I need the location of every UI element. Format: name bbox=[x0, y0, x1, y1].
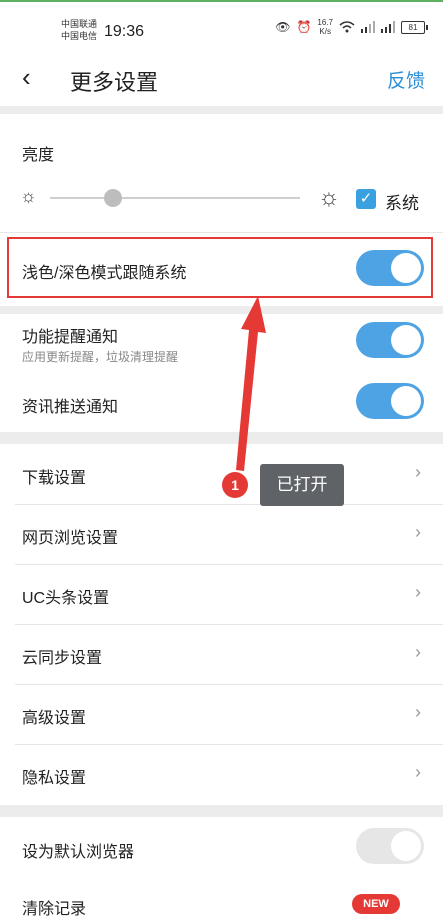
alarm-icon: ⏰ bbox=[296, 20, 312, 34]
feature-reminder-toggle[interactable] bbox=[356, 322, 424, 358]
back-icon[interactable]: ‹ bbox=[22, 62, 31, 93]
section-divider bbox=[0, 306, 443, 314]
speed-value: 16.7 bbox=[317, 18, 333, 27]
chevron-right-icon: › bbox=[415, 762, 421, 782]
network-speed: 16.7 K/s bbox=[317, 18, 333, 36]
status-bar: 中国联通 中国电信 19:36 👁 ⏰ 16.7 K/s 81 bbox=[0, 6, 443, 52]
battery-level: 81 bbox=[408, 22, 418, 32]
battery-icon: 81 bbox=[401, 20, 428, 34]
eye-icon: 👁 bbox=[275, 20, 291, 34]
menu-item-label: 隐私设置 bbox=[22, 770, 87, 787]
menu-item-cloud-sync-settings[interactable]: 云同步设置 › bbox=[0, 625, 443, 685]
chevron-right-icon: › bbox=[415, 702, 421, 722]
menu-item-browsing-settings[interactable]: 网页浏览设置 › bbox=[0, 505, 443, 565]
section-divider bbox=[0, 432, 443, 444]
brightness-slider[interactable] bbox=[50, 197, 300, 199]
chevron-right-icon: › bbox=[415, 642, 421, 662]
toggle-knob bbox=[391, 325, 421, 355]
menu-item-label: 高级设置 bbox=[22, 710, 87, 727]
feature-reminder-sub: 应用更新提醒，垃圾清理提醒 bbox=[22, 350, 179, 364]
brightness-slider-thumb[interactable] bbox=[103, 189, 122, 207]
annotation-tooltip: 已打开 bbox=[260, 464, 344, 506]
carrier-1: 中国联通 bbox=[61, 19, 98, 29]
menu-item-advanced-settings[interactable]: 高级设置 › bbox=[0, 685, 443, 745]
menu-item-label: 下载设置 bbox=[22, 470, 87, 487]
menu-item-label: 云同步设置 bbox=[22, 650, 103, 667]
menu-item-download-settings[interactable]: 下载设置 › bbox=[0, 445, 443, 505]
system-brightness-label: 系统 bbox=[385, 194, 419, 213]
default-browser-label: 设为默认浏览器 bbox=[22, 844, 135, 861]
toggle-knob bbox=[391, 831, 421, 861]
clear-records-label[interactable]: 清除记录 bbox=[22, 895, 86, 919]
feature-reminder-label: 功能提醒通知 bbox=[22, 329, 119, 346]
top-accent-line bbox=[0, 0, 443, 2]
divider bbox=[0, 232, 443, 233]
section-divider bbox=[0, 106, 443, 114]
menu-item-label: UC头条设置 bbox=[22, 590, 110, 607]
system-brightness-checkbox[interactable]: ✓ bbox=[356, 189, 376, 209]
carrier-2: 中国电信 bbox=[61, 31, 98, 41]
signal-icon bbox=[361, 21, 375, 33]
annotation-badge: 1 bbox=[222, 472, 248, 498]
brightness-low-icon: ☼ bbox=[20, 186, 37, 206]
default-browser-toggle[interactable] bbox=[356, 828, 424, 864]
new-badge: NEW bbox=[352, 894, 400, 914]
carrier-info: 中国联通 中国电信 bbox=[61, 18, 97, 42]
page-title: 更多设置 bbox=[70, 70, 159, 95]
toggle-knob bbox=[391, 386, 421, 416]
news-push-toggle[interactable] bbox=[356, 383, 424, 419]
menu-item-uc-headline-settings[interactable]: UC头条设置 › bbox=[0, 565, 443, 625]
menu-item-label: 网页浏览设置 bbox=[22, 530, 119, 547]
news-push-label: 资讯推送通知 bbox=[22, 399, 119, 416]
feedback-link[interactable]: 反馈 bbox=[387, 66, 425, 93]
brightness-label: 亮度 bbox=[22, 147, 55, 164]
chevron-right-icon: › bbox=[415, 522, 421, 542]
app-header: ‹ 更多设置 反馈 bbox=[0, 52, 443, 106]
highlight-box bbox=[7, 237, 433, 298]
menu-item-privacy-settings[interactable]: 隐私设置 › bbox=[0, 745, 443, 805]
status-icons: 👁 ⏰ 16.7 K/s 81 bbox=[275, 18, 428, 36]
signal-icon-2 bbox=[381, 21, 395, 33]
brightness-high-icon: ☼ bbox=[318, 184, 340, 211]
wifi-icon bbox=[339, 21, 355, 33]
chevron-right-icon: › bbox=[415, 582, 421, 602]
status-time: 19:36 bbox=[104, 23, 145, 40]
chevron-right-icon: › bbox=[415, 462, 421, 482]
section-divider bbox=[0, 805, 443, 817]
speed-unit: K/s bbox=[319, 27, 331, 36]
